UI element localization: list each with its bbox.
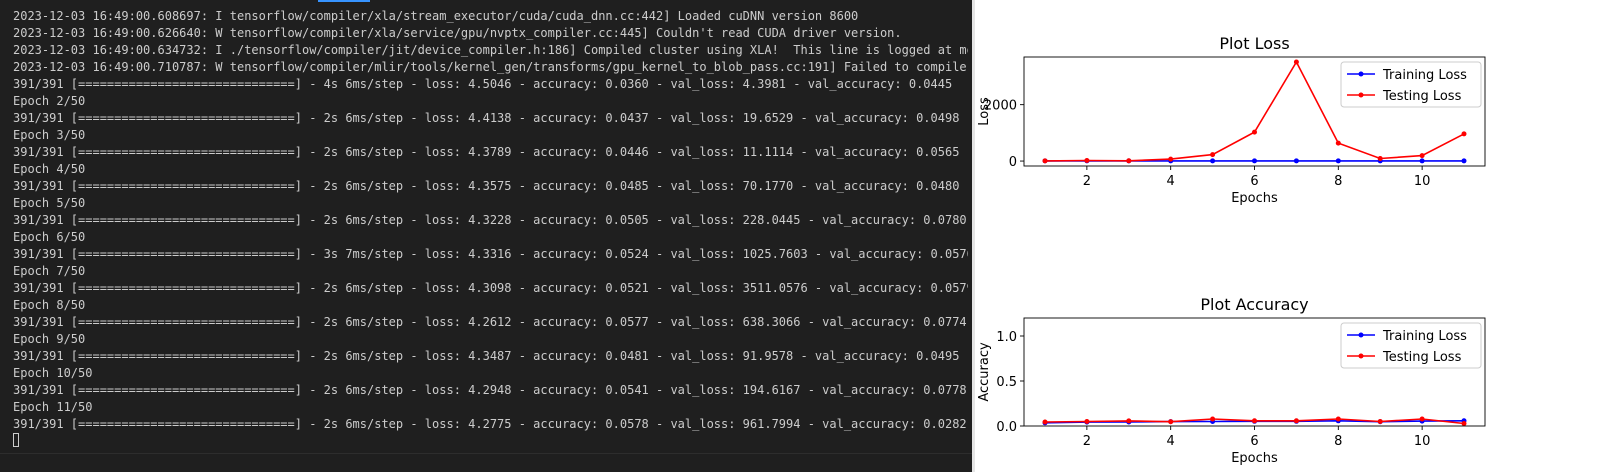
legend-marker (1358, 71, 1364, 77)
x-tick-label: 8 (1334, 174, 1342, 189)
x-tick-label: 4 (1167, 174, 1175, 189)
data-point (1335, 158, 1341, 164)
data-point (1042, 419, 1048, 425)
data-point (1419, 416, 1425, 422)
x-tick-label: 6 (1250, 174, 1258, 189)
data-point (1210, 416, 1216, 422)
data-point (1210, 158, 1216, 164)
data-point (1126, 418, 1132, 424)
data-point (1419, 153, 1425, 159)
terminal-line: Epoch 2/50 (13, 94, 86, 108)
chart-title: Plot Loss (1219, 34, 1289, 53)
y-tick-label: 0 (1009, 155, 1017, 170)
legend-label: Testing Loss (1382, 89, 1462, 104)
terminal-line: 391/391 [==============================]… (13, 383, 967, 397)
terminal-line: 391/391 [==============================]… (13, 417, 967, 431)
data-point (1293, 418, 1299, 424)
terminal-line: 391/391 [==============================]… (13, 213, 967, 227)
x-tick-label: 10 (1414, 174, 1431, 189)
legend-label: Training Loss (1382, 329, 1467, 344)
data-point (1419, 158, 1425, 164)
x-tick-label: 10 (1414, 434, 1431, 449)
legend-label: Training Loss (1382, 68, 1467, 83)
terminal-line: 391/391 [==============================]… (13, 179, 960, 193)
legend-marker (1358, 353, 1364, 359)
y-tick-label: 0.0 (996, 420, 1017, 435)
y-axis-label: Accuracy (977, 342, 992, 402)
chart-title: Plot Accuracy (1200, 295, 1308, 314)
legend-marker (1358, 332, 1364, 338)
terminal-line: 391/391 [==============================]… (13, 111, 960, 125)
data-point (1042, 158, 1048, 164)
data-point (1293, 59, 1299, 65)
data-point (1210, 152, 1216, 158)
terminal-line: 391/391 [==============================]… (13, 281, 968, 295)
terminal-line: Epoch 11/50 (13, 400, 93, 414)
terminal-line: Epoch 5/50 (13, 196, 86, 210)
terminal-line: 2023-12-03 16:49:00.634732: I ./tensorfl… (13, 43, 968, 57)
data-point (1252, 418, 1257, 424)
x-tick-label: 2 (1083, 434, 1091, 449)
plots-svg: Plot Loss2 4 6 8 1002000EpochsLossTraining L… (977, 34, 1486, 466)
terminal-line: Epoch 10/50 (13, 366, 93, 380)
data-point (1335, 140, 1341, 146)
plot-output-panel: Plot Loss 2 4 6 8 10 0 2000 Epochs Loss Training L… (975, 0, 1612, 472)
terminal-line: Epoch 4/50 (13, 162, 86, 176)
data-point (1252, 129, 1257, 135)
terminal-line: Epoch 9/50 (13, 332, 86, 346)
data-point (1084, 419, 1090, 424)
data-point (1461, 131, 1467, 137)
x-tick-label: 6 (1250, 434, 1258, 449)
data-point (1377, 156, 1383, 161)
data-point (1461, 158, 1467, 164)
y-axis-label: Loss (977, 97, 992, 126)
data-point (1252, 158, 1257, 164)
terminal-line: Epoch 7/50 (13, 264, 86, 278)
chart-2: Plot Accuracy 2 4 6 8 10 0.0 0.5 1.0 Epochs Accura… (977, 295, 1486, 466)
data-point (1168, 156, 1174, 162)
x-tick-label: 4 (1167, 434, 1175, 449)
terminal-line: 391/391 [==============================]… (13, 77, 953, 91)
data-point (1461, 421, 1467, 426)
terminal-line: 2023-12-03 16:49:00.608697: I tensorflow… (13, 9, 859, 23)
active-tab-indicator (318, 0, 370, 2)
terminal-panel[interactable]: 2023-12-03 16:49:00.608697: I tensorflow… (0, 0, 972, 472)
terminal-line: 391/391 [==============================]… (13, 145, 960, 159)
x-tick-label: 8 (1334, 434, 1342, 449)
data-point (1377, 419, 1383, 424)
data-point (1126, 158, 1132, 164)
legend-label: Testing Loss (1382, 350, 1462, 365)
terminal-line: 2023-12-03 16:49:00.710787: W tensorflow… (13, 60, 968, 74)
x-axis-label: Epochs (1231, 191, 1278, 206)
terminal-line: 391/391 [==============================]… (13, 349, 960, 363)
y-tick-label: 1.0 (996, 330, 1017, 345)
legend-marker (1358, 92, 1364, 98)
chart-1: Plot Loss2 4 6 8 1002000EpochsLossTraining L… (977, 34, 1486, 206)
terminal-line: Epoch 6/50 (13, 230, 86, 244)
terminal-divider (0, 453, 972, 454)
terminal-output: 2023-12-03 16:49:00.608697: I tensorflow… (13, 8, 968, 433)
terminal-line: Epoch 8/50 (13, 298, 86, 312)
terminal-line: Epoch 3/50 (13, 128, 86, 142)
terminal-line: 391/391 [==============================]… (13, 247, 968, 261)
data-point (1293, 158, 1299, 164)
data-point (1084, 158, 1090, 163)
data-point (1168, 419, 1174, 425)
y-tick-label: 0.5 (996, 375, 1017, 390)
data-point (1335, 416, 1341, 422)
x-axis-label: Epochs (1231, 451, 1278, 466)
x-tick-label: 2 (1083, 174, 1091, 189)
terminal-cursor (13, 433, 19, 447)
terminal-line: 2023-12-03 16:49:00.626640: W tensorflow… (13, 26, 902, 40)
terminal-line: 391/391 [==============================]… (13, 315, 967, 329)
